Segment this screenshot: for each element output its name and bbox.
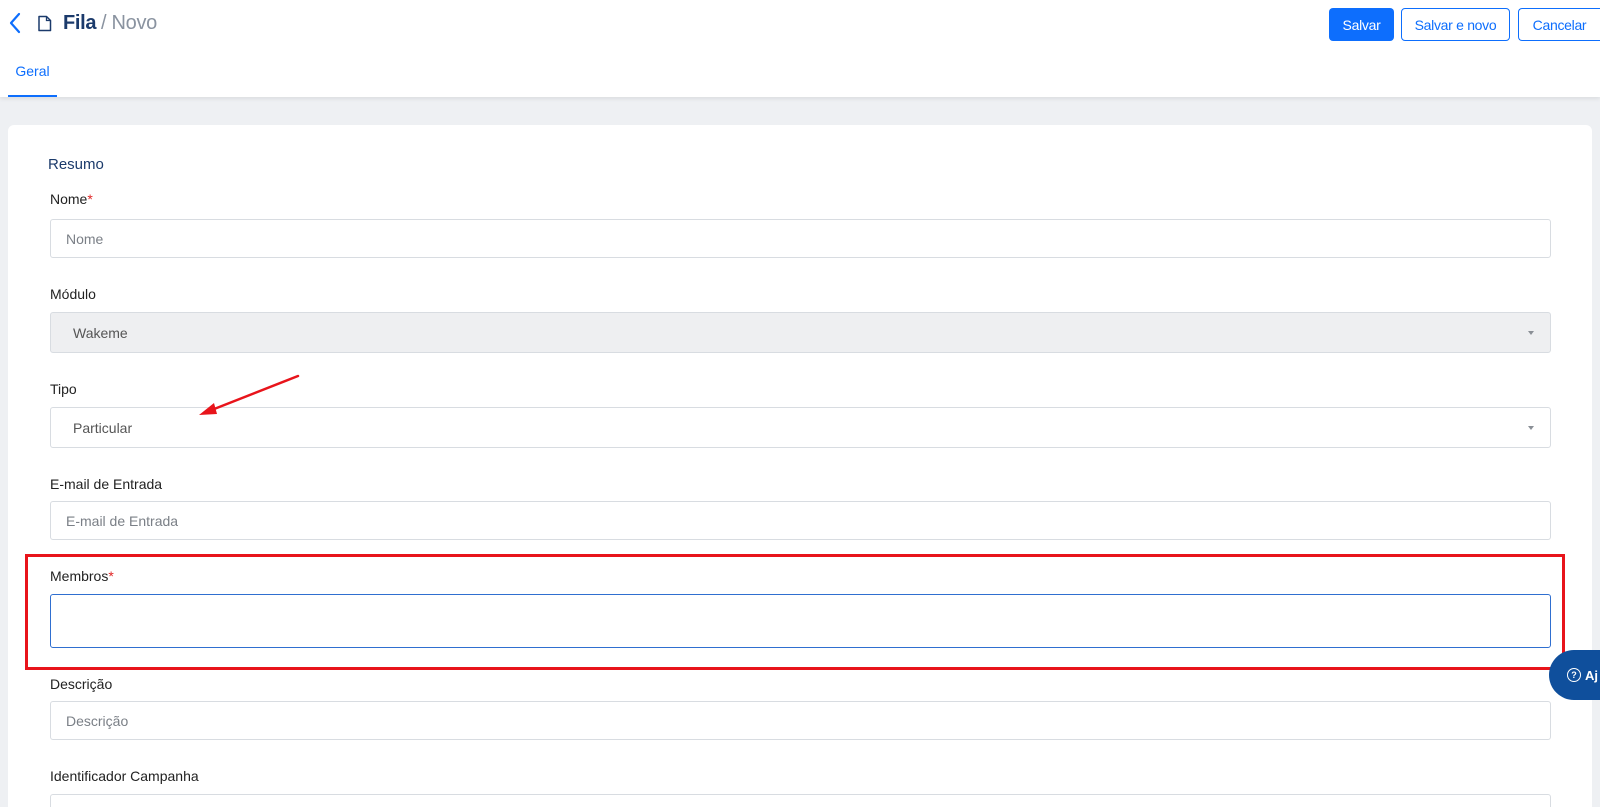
- breadcrumb-entity[interactable]: Fila: [63, 12, 97, 35]
- modulo-select: Wakeme: [50, 312, 1551, 353]
- cancel-button[interactable]: Cancelar: [1518, 8, 1600, 41]
- membros-field[interactable]: [50, 594, 1551, 648]
- breadcrumb-current: / Novo: [101, 12, 158, 34]
- help-button[interactable]: ? Aj: [1549, 650, 1600, 700]
- tab-geral[interactable]: Geral: [8, 55, 57, 97]
- email-input[interactable]: [66, 502, 1550, 539]
- modulo-value: Wakeme: [73, 324, 128, 341]
- membros-label: Membros*: [50, 568, 114, 584]
- nome-input[interactable]: [66, 220, 1550, 257]
- descricao-label: Descrição: [50, 676, 113, 692]
- tipo-value: Particular: [73, 419, 133, 436]
- membros-input[interactable]: [66, 595, 1550, 647]
- save-and-new-button[interactable]: Salvar e novo: [1401, 8, 1510, 41]
- required-mark: *: [108, 568, 114, 584]
- descricao-input[interactable]: [66, 702, 1550, 739]
- help-label: Aj: [1585, 667, 1598, 683]
- top-bar: Fila / Novo Salvar Salvar e novo Cancela…: [0, 0, 1600, 97]
- email-field[interactable]: [50, 501, 1551, 540]
- membros-label-text: Membros: [50, 568, 109, 584]
- document-icon: [38, 15, 52, 32]
- nome-field[interactable]: [50, 219, 1551, 258]
- save-button[interactable]: Salvar: [1329, 8, 1394, 41]
- required-mark: *: [87, 191, 93, 207]
- caret-down-icon: [1528, 425, 1534, 430]
- tipo-label: Tipo: [50, 381, 77, 397]
- email-label: E-mail de Entrada: [50, 476, 163, 492]
- question-circle-icon: ?: [1567, 668, 1581, 682]
- section-title: Resumo: [48, 156, 104, 173]
- caret-down-icon: [1528, 330, 1534, 335]
- descricao-field[interactable]: [50, 701, 1551, 740]
- campanha-label: Identificador Campanha: [50, 768, 199, 784]
- chevron-left-icon[interactable]: [6, 11, 24, 35]
- campanha-field[interactable]: [50, 794, 1551, 807]
- modulo-label: Módulo: [50, 286, 96, 302]
- tipo-select[interactable]: Particular: [50, 407, 1551, 448]
- nome-label-text: Nome: [50, 191, 88, 207]
- nome-label: Nome*: [50, 191, 93, 207]
- campanha-input[interactable]: [66, 795, 1550, 807]
